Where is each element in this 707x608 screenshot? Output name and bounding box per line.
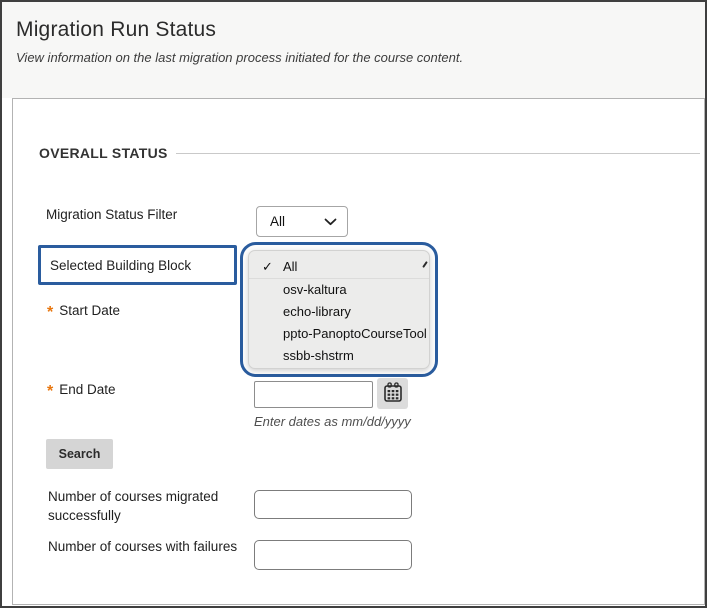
calendar-picker-button[interactable] — [377, 378, 408, 409]
option-label: ppto-PanoptoCourseTool — [283, 326, 427, 341]
page-header: Migration Run Status View information on… — [2, 2, 705, 98]
dropdown-option-osv-kaltura[interactable]: osv-kaltura — [249, 279, 429, 301]
courses-failures-input[interactable] — [254, 540, 412, 570]
page-subtitle: View information on the last migration p… — [16, 50, 705, 65]
required-asterisk-icon: * — [47, 383, 53, 400]
end-date-row: * End Date — [47, 381, 116, 399]
dropdown-option-echo-library[interactable]: echo-library — [249, 301, 429, 323]
dropdown-option-all[interactable]: ✓ All — [249, 255, 429, 279]
option-label: osv-kaltura — [283, 282, 347, 297]
end-date-label: End Date — [59, 382, 115, 397]
overall-status-panel: OVERALL STATUS Migration Status Filter A… — [12, 98, 705, 605]
chevron-down-icon — [324, 218, 337, 226]
migration-status-filter-label: Migration Status Filter — [46, 207, 177, 222]
dropdown-option-ssbb-shstrm[interactable]: ssbb-shstrm — [249, 345, 429, 367]
page-title: Migration Run Status — [16, 18, 705, 42]
selected-value: All — [270, 214, 285, 229]
section-heading: OVERALL STATUS — [39, 145, 168, 161]
dropdown-option-ppto-panoptocoursetool[interactable]: ppto-PanoptoCourseTool — [249, 323, 429, 345]
selected-building-block-label: Selected Building Block — [50, 258, 191, 273]
option-label: echo-library — [283, 304, 351, 319]
migration-status-filter-select[interactable]: All — [256, 206, 348, 237]
checkmark-icon: ✓ — [262, 255, 273, 278]
end-date-input[interactable] — [254, 381, 373, 408]
section-divider — [176, 153, 700, 154]
date-format-hint: Enter dates as mm/dd/yyyy — [254, 414, 411, 429]
courses-failures-label: Number of courses with failures — [48, 539, 237, 554]
required-asterisk-icon: * — [47, 304, 53, 321]
selected-building-block-menu: ✓ All osv-kaltura echo-library ppto-Pano… — [248, 250, 430, 369]
courses-migrated-input[interactable] — [254, 490, 412, 519]
start-date-label: Start Date — [59, 303, 120, 318]
selected-building-block-label-highlight: Selected Building Block — [38, 245, 237, 285]
option-label: ssbb-shstrm — [283, 348, 354, 363]
calendar-icon — [382, 381, 404, 407]
selected-building-block-dropdown-highlight: ✓ All osv-kaltura echo-library ppto-Pano… — [240, 242, 438, 377]
search-button[interactable]: Search — [46, 439, 113, 469]
option-label: All — [283, 259, 297, 274]
start-date-row: * Start Date — [47, 302, 120, 320]
courses-migrated-label: Number of courses migrated successfully — [48, 487, 260, 525]
section-header: OVERALL STATUS — [39, 145, 700, 161]
